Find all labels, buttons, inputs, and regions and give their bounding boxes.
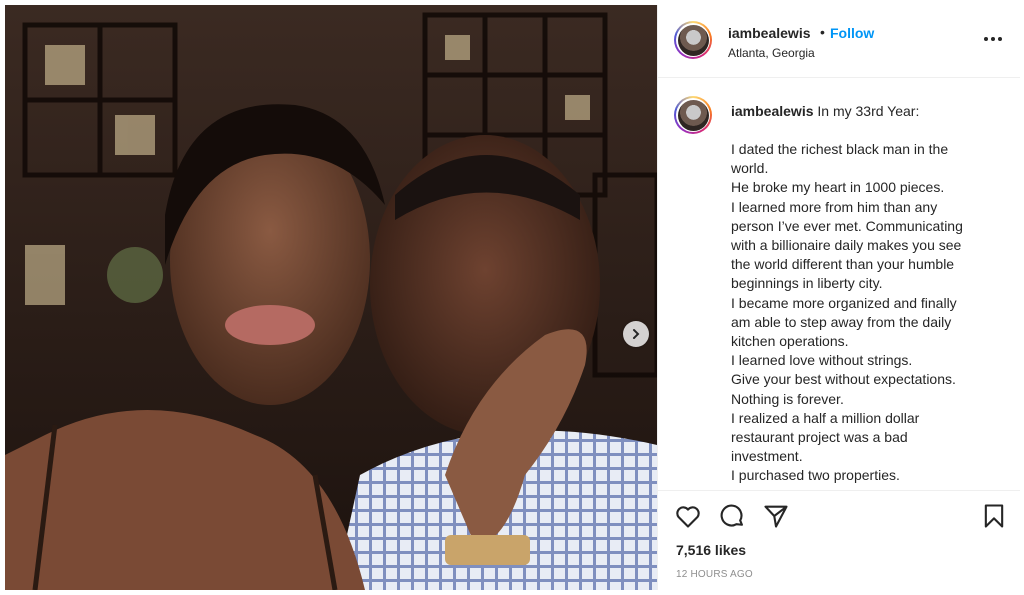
caption-line: world. [731,160,769,177]
caption-line: I learned love without strings. [731,352,913,369]
like-button[interactable] [674,502,702,530]
post-sidebar: iambealewis • Follow Atlanta, Georgia ia… [657,5,1020,590]
caption-line: restaurant project was a bad [731,429,908,446]
caption-line: I purchased two properties. [731,467,900,484]
caption-line: with a billionaire daily makes you see [731,237,962,254]
share-button[interactable] [762,502,790,530]
caption-avatar[interactable] [674,96,712,134]
caption-line: am able to step away from the daily [731,313,952,330]
caption-line: He broke my heart in 1000 pieces. [731,179,945,196]
username-link[interactable]: iambealewis [728,25,811,41]
chevron-right-icon [633,329,640,339]
caption-line: person I’ve ever met. Communicating [731,217,963,234]
caption-line: the world different than your humble [731,256,955,273]
caption: iambealewis In my 33rd Year: I dated the… [658,78,1020,491]
avatar[interactable] [674,21,712,59]
caption-line: I learned more from him than any [731,198,938,215]
post-timestamp[interactable]: 12 HOURS AGO [676,569,753,580]
caption-header: iambealewis In my 33rd Year: [731,103,919,119]
caption-line: kitchen operations. [731,333,849,350]
instagram-post: iambealewis • Follow Atlanta, Georgia ia… [0,0,1024,595]
save-button[interactable] [980,502,1008,530]
caption-line: beginnings in liberty city. [731,275,883,292]
comment-icon [720,504,743,527]
like-count[interactable]: 7,516 likes [676,542,746,558]
separator-dot: • [820,24,825,40]
selfie-photo [5,5,657,590]
share-icon [764,505,788,528]
action-bar [658,502,1020,534]
caption-line: Give your best without expectations. [731,371,956,388]
caption-line: I became more organized and finally [731,294,957,311]
more-options-icon[interactable] [984,33,1006,45]
caption-line: I realized a half a million dollar [731,409,920,426]
post-header: iambealewis • Follow Atlanta, Georgia [658,5,1020,78]
next-photo-button[interactable] [623,321,649,347]
caption-line: Nothing is forever. [731,390,844,407]
heart-icon [676,506,700,528]
caption-line: investment. [731,448,803,465]
comment-button[interactable] [718,502,746,530]
post-photo[interactable] [5,5,657,590]
bookmark-icon [984,504,1004,528]
follow-button[interactable]: Follow [830,25,874,41]
location-link[interactable]: Atlanta, Georgia [728,46,815,60]
caption-line: I dated the richest black man in the [731,141,949,157]
caption-text: I dated the richest black man in the wor… [731,140,993,486]
caption-username[interactable]: iambealewis [731,103,814,119]
caption-intro: In my 33rd Year: [817,103,920,119]
